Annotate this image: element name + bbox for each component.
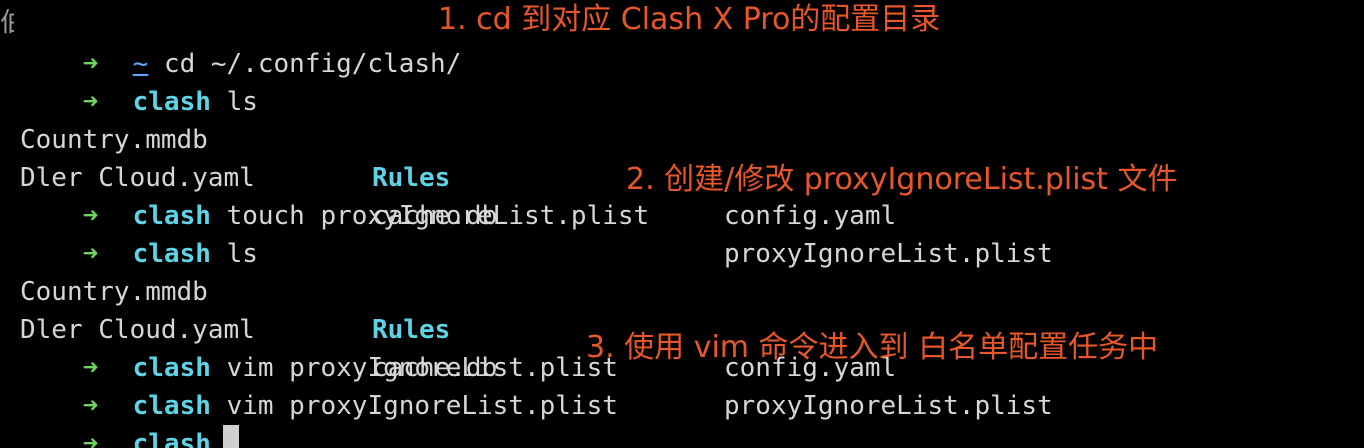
listing-entry: config.yaml [724,201,897,231]
terminal-window[interactable]: 伯 ➜ ~ cd ~/.config/clash/ ➜ clash ls Count… [0,0,1364,448]
annotation-step-1: 1. cd 到对应 Clash X Pro的配置目录 [438,2,941,37]
annotation-step-2: 2. 创建/修改 proxyIgnoreList.plist 文件 [626,162,1178,197]
prompt-line: ➜ ~ cd ~/.config/clash/ [20,7,462,79]
prompt-directory: clash [132,429,211,448]
listing-line: Country.mmdb Rules config.yaml [20,235,1120,383]
listing-line: Dler Cloud.yaml cache.db proxyIgnoreList… [20,273,1120,421]
prompt-line: ➜ clash vim proxyIgnoreList.plist [20,349,618,421]
prompt-line: ➜ clash ls [20,197,258,269]
prompt-line: ➜ clash vim proxyIgnoreList.plist [20,311,618,383]
prompt-line: ➜ clash touch proxyIgnoreList.plist [20,159,650,231]
listing-entry: proxyIgnoreList.plist [724,391,1053,421]
clipped-edge-character: 伯 [0,8,14,38]
prompt-line-active[interactable]: ➜ clash [20,387,239,448]
prompt-line: ➜ clash ls [20,45,258,117]
prompt-arrow-icon: ➜ [82,429,99,448]
command-text: vim proxyIgnoreList.plist [226,391,618,421]
annotation-step-3: 3. 使用 vim 命令进入到 白名单配置任务中 [586,330,1159,365]
listing-line: Dler Cloud.yaml cache.db proxyIgnoreList… [20,121,1120,269]
listing-line: Country.mmdb Rules config.yaml [20,83,1120,231]
text-cursor [222,424,239,448]
command-text: touch proxyIgnoreList.plist [226,201,650,231]
